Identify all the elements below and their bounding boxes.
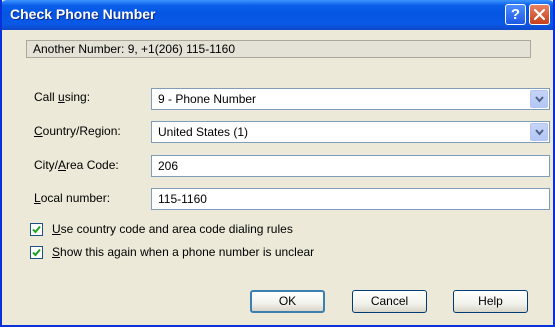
- checkmark-icon: [32, 225, 41, 234]
- local-number-input[interactable]: 115-1160: [151, 188, 550, 210]
- question-icon: ?: [510, 6, 521, 23]
- dialog-window: Check Phone Number ? Another Number: 9, …: [0, 0, 555, 327]
- area-code-label: City/Area Code:: [34, 158, 119, 172]
- call-using-label: Call using:: [34, 90, 91, 104]
- ok-button[interactable]: OK: [250, 290, 325, 313]
- country-region-label: Country/Region:: [34, 124, 121, 138]
- title-bar[interactable]: Check Phone Number ?: [2, 0, 553, 30]
- help-title-button[interactable]: ?: [505, 4, 526, 25]
- cancel-button[interactable]: Cancel: [352, 290, 427, 313]
- window-title: Check Phone Number: [10, 6, 156, 22]
- show-again-checkbox[interactable]: [30, 246, 43, 259]
- number-info-text: Another Number: 9, +1(206) 115-1160: [33, 42, 236, 56]
- dialing-rules-checkbox[interactable]: [30, 223, 43, 236]
- local-number-label: Local number:: [34, 191, 111, 205]
- dialing-rules-label: Use country code and area code dialing r…: [52, 222, 293, 236]
- checkmark-icon: [32, 248, 41, 257]
- help-button[interactable]: Help: [453, 290, 528, 313]
- country-region-dropdown[interactable]: United States (1): [151, 121, 550, 143]
- local-number-value: 115-1160: [158, 192, 207, 206]
- country-region-dropdown-button[interactable]: [530, 123, 548, 141]
- call-using-dropdown-button[interactable]: [530, 90, 548, 108]
- close-icon: [534, 9, 545, 20]
- area-code-input[interactable]: 206: [151, 155, 550, 177]
- close-button[interactable]: [529, 4, 550, 25]
- chevron-down-icon: [535, 129, 544, 136]
- show-again-label: Show this again when a phone number is u…: [52, 245, 315, 259]
- call-using-value: 9 - Phone Number: [158, 92, 257, 106]
- number-info-box: Another Number: 9, +1(206) 115-1160: [26, 40, 531, 58]
- call-using-dropdown[interactable]: 9 - Phone Number: [151, 88, 550, 110]
- country-region-value: United States (1): [158, 125, 249, 139]
- area-code-value: 206: [158, 159, 179, 173]
- chevron-down-icon: [535, 96, 544, 103]
